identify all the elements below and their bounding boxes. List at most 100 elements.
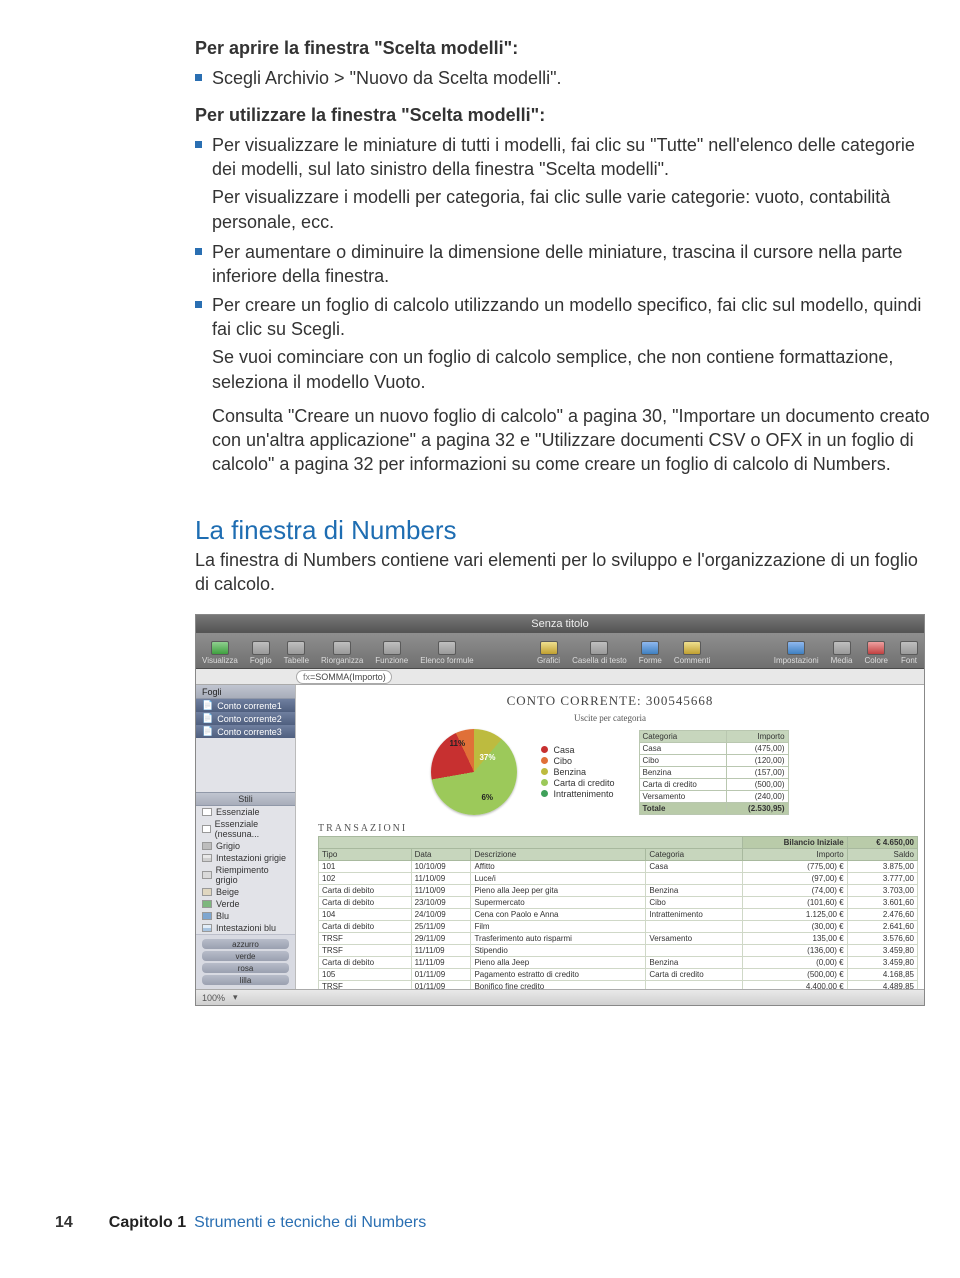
bullet-text: Per aumentare o diminuire la dimensione …: [212, 240, 935, 289]
tb-sheet[interactable]: Foglio: [250, 641, 272, 666]
bullet-use-3b: Se vuoi cominciare con un foglio di calc…: [212, 345, 935, 394]
tb-formlist[interactable]: Elenco formule: [420, 641, 473, 666]
bullet-use-1: Per visualizzare le miniature di tutti i…: [195, 133, 935, 182]
capsule[interactable]: verde: [202, 951, 289, 961]
tb-shapes[interactable]: Forme: [639, 641, 662, 666]
sheet-row[interactable]: 📄Conto corrente2: [196, 712, 295, 725]
style-swatch-icon: [202, 912, 212, 920]
chart-icon: [540, 641, 558, 655]
zoom-level[interactable]: 100%: [202, 993, 225, 1003]
legend-dot-icon: [541, 746, 548, 753]
toolbar: Visualizza Foglio Tabelle Riorganizza Fu…: [196, 633, 924, 669]
style-row[interactable]: Riempimento grigio: [196, 864, 295, 886]
capsule[interactable]: azzurro: [202, 939, 289, 949]
tb-chart[interactable]: Grafici: [537, 641, 560, 666]
bullet-use-3: Per creare un foglio di calcolo utilizza…: [195, 293, 935, 342]
chapter-label: Capitolo 1: [109, 1214, 186, 1232]
legend-dot-icon: [541, 768, 548, 775]
bullet-use-2: Per aumentare o diminuire la dimensione …: [195, 240, 935, 289]
pie-label: 37%: [479, 753, 495, 762]
legend-dot-icon: [541, 790, 548, 797]
numbers-window-screenshot: Senza titolo Visualizza Foglio Tabelle R…: [195, 614, 925, 1006]
style-row[interactable]: Essenziale: [196, 806, 295, 818]
sheet-row[interactable]: 📄Conto corrente3: [196, 725, 295, 738]
style-row[interactable]: Intestazioni blu: [196, 922, 295, 934]
style-swatch-icon: [202, 808, 212, 816]
status-bar: 100% ▾: [196, 989, 924, 1005]
canvas-area: CONTO CORRENTE: 300545668 Uscite per cat…: [296, 685, 924, 989]
transactions-table[interactable]: Bilancio Iniziale€ 4.650,00TipoDataDescr…: [318, 836, 918, 989]
formula-field[interactable]: fx =SOMMA(Importo): [296, 670, 392, 684]
summary-table[interactable]: CategoriaImportoCasa(475,00)Cibo(120,00)…: [639, 730, 789, 815]
style-swatch-icon: [202, 842, 212, 850]
tb-view[interactable]: Visualizza: [202, 641, 238, 666]
style-row[interactable]: Intestazioni grigie: [196, 852, 295, 864]
chapter-name: Strumenti e tecniche di Numbers: [194, 1214, 426, 1232]
style-swatch-icon: [202, 854, 212, 862]
sidebar: Fogli 📄Conto corrente1 📄Conto corrente2 …: [196, 685, 296, 989]
style-row[interactable]: Essenziale (nessuna...: [196, 818, 295, 840]
fx-icon: fx: [303, 672, 310, 682]
inspector-icon: [787, 641, 805, 655]
zoom-dropdown-icon[interactable]: ▾: [233, 992, 238, 1003]
tb-reorg[interactable]: Riorganizza: [321, 641, 363, 666]
square-bullet-icon: [195, 74, 202, 81]
capsule[interactable]: rosa: [202, 963, 289, 973]
tb-func[interactable]: Funzione: [375, 641, 408, 666]
square-bullet-icon: [195, 141, 202, 148]
style-swatch-icon: [202, 825, 211, 833]
style-swatch-icon: [202, 924, 212, 932]
styles-header: Stili: [196, 792, 295, 806]
bullet-open-1: Scegli Archivio > "Nuovo da Scelta model…: [195, 66, 935, 90]
capsule[interactable]: lilla: [202, 975, 289, 985]
comment-icon: [683, 641, 701, 655]
tb-tables[interactable]: Tabelle: [284, 641, 309, 666]
style-swatch-icon: [202, 888, 212, 896]
style-row[interactable]: Verde: [196, 898, 295, 910]
use-heading: Per utilizzare la finestra "Scelta model…: [195, 103, 935, 127]
font-icon: [900, 641, 918, 655]
tb-media[interactable]: Media: [831, 641, 853, 666]
tables-icon: [287, 641, 305, 655]
tb-text[interactable]: Casella di testo: [572, 641, 627, 666]
section-title: La finestra di Numbers: [195, 515, 935, 546]
reorganize-icon: [333, 641, 351, 655]
window-titlebar: Senza titolo: [196, 615, 924, 633]
section-desc: La finestra di Numbers contiene vari ele…: [195, 548, 935, 597]
square-bullet-icon: [195, 248, 202, 255]
pie-label: 11%: [449, 739, 465, 748]
formula-text: =SOMMA(Importo): [310, 672, 386, 682]
sheet-title: CONTO CORRENTE: 300545668: [296, 693, 924, 709]
bullet-text: Per creare un foglio di calcolo utilizza…: [212, 293, 935, 342]
pie-legend: CasaCiboBenzinaCarta di creditoIntratten…: [541, 745, 614, 800]
color-icon: [867, 641, 885, 655]
tb-font[interactable]: Font: [900, 641, 918, 666]
capsule-row: azzurro verde rosa lilla: [196, 934, 295, 989]
bullet-text: Per visualizzare le miniature di tutti i…: [212, 133, 935, 182]
sheet-row[interactable]: 📄Conto corrente1: [196, 699, 295, 712]
style-swatch-icon: [202, 871, 212, 879]
pie-chart[interactable]: 11% 37% 6%: [431, 729, 517, 815]
style-row[interactable]: Beige: [196, 886, 295, 898]
tb-color[interactable]: Colore: [864, 641, 888, 666]
formula-list-icon: [438, 641, 456, 655]
tb-comment[interactable]: Commenti: [674, 641, 710, 666]
pie-label: 6%: [481, 793, 493, 802]
bullet-text: Scegli Archivio > "Nuovo da Scelta model…: [212, 66, 935, 90]
tb-inspector[interactable]: Impostazioni: [774, 641, 819, 666]
textbox-icon: [590, 641, 608, 655]
bullet-use-1b: Per visualizzare i modelli per categoria…: [212, 185, 935, 234]
chart-title: Uscite per categoria: [296, 713, 924, 723]
shapes-icon: [641, 641, 659, 655]
style-row[interactable]: Blu: [196, 910, 295, 922]
page-footer: 14 Capitolo 1 Strumenti e tecniche di Nu…: [55, 1214, 426, 1232]
page-number: 14: [55, 1214, 73, 1232]
legend-dot-icon: [541, 757, 548, 764]
sidebar-tab-sheets[interactable]: Fogli: [196, 685, 295, 699]
formula-bar: fx =SOMMA(Importo): [196, 669, 924, 685]
transactions-title: TRANSAZIONI: [318, 823, 924, 834]
function-icon: [383, 641, 401, 655]
bullet-use-3c: Consulta "Creare un nuovo foglio di calc…: [212, 404, 935, 477]
sheet-icon: [252, 641, 270, 655]
style-row[interactable]: Grigio: [196, 840, 295, 852]
